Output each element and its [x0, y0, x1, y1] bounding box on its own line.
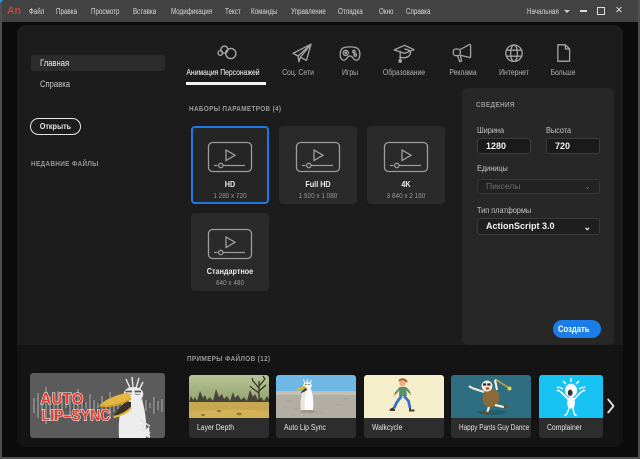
svg-text:LIP–SYNC: LIP–SYNC	[42, 408, 111, 425]
svg-text:AUTO: AUTO	[41, 391, 84, 408]
